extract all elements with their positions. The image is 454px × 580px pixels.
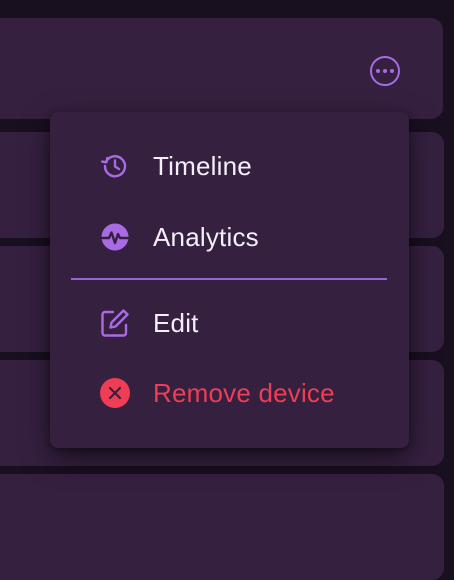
context-menu: Timeline Analytics Edit Remove device	[50, 112, 409, 448]
menu-item-label: Timeline	[153, 150, 252, 181]
device-card	[0, 474, 444, 580]
menu-item-edit[interactable]: Edit	[50, 293, 409, 353]
more-options-button[interactable]	[370, 56, 400, 86]
close-circle-icon	[98, 376, 132, 410]
menu-item-remove-device[interactable]: Remove device	[50, 363, 409, 423]
edit-icon	[98, 306, 132, 340]
more-dot	[376, 69, 380, 73]
more-dot	[390, 69, 394, 73]
more-dot	[383, 69, 387, 73]
menu-item-label: Edit	[153, 307, 199, 338]
analytics-icon	[98, 220, 132, 254]
history-icon	[98, 149, 132, 183]
menu-item-label: Remove device	[153, 377, 335, 408]
menu-item-label: Analytics	[153, 221, 259, 252]
menu-divider	[71, 278, 387, 280]
menu-item-analytics[interactable]: Analytics	[50, 207, 409, 267]
menu-item-timeline[interactable]: Timeline	[50, 136, 409, 196]
